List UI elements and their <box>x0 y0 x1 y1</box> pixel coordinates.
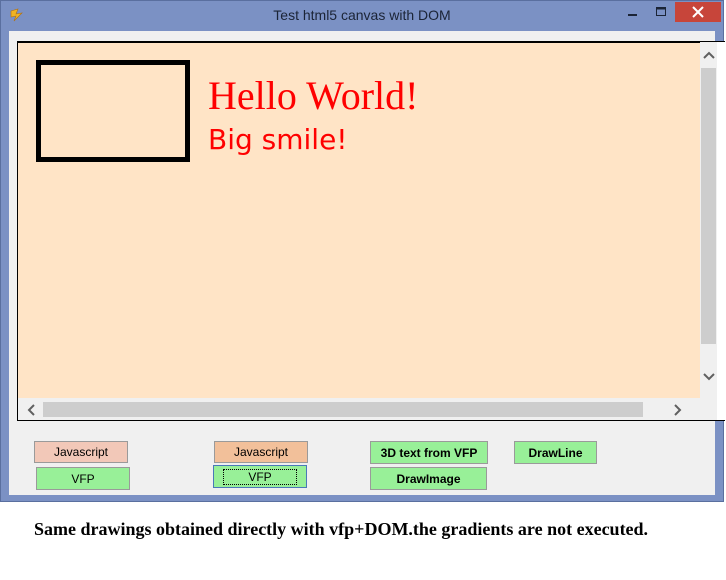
app-window: Test html5 canvas with DOM Hello World! … <box>0 0 725 502</box>
vfp-button-1[interactable]: VFP <box>36 467 130 490</box>
vertical-scroll-thumb[interactable] <box>701 68 716 344</box>
chevron-up-icon <box>702 51 715 59</box>
chevron-down-icon <box>702 372 715 380</box>
minimize-icon <box>628 14 637 16</box>
maximize-icon <box>656 7 666 16</box>
maximize-button[interactable] <box>647 2 675 22</box>
title-bar[interactable]: Test html5 canvas with DOM <box>1 1 723 31</box>
scroll-up-arrow[interactable] <box>700 46 717 63</box>
scrollbar-corner <box>700 398 717 420</box>
html5-canvas[interactable]: Hello World! Big smile! <box>18 42 700 398</box>
javascript-button-2[interactable]: Javascript <box>214 441 308 463</box>
chevron-right-icon <box>673 403 681 416</box>
caption-text: Same drawings obtained directly with vfp… <box>34 519 649 539</box>
hello-world-text: Hello World! <box>208 73 419 118</box>
browser-control: Hello World! Big smile! <box>17 41 725 421</box>
form-client-area: Hello World! Big smile! Javascript VFP J… <box>9 31 725 495</box>
vfp-button-2[interactable]: VFP <box>213 465 307 488</box>
minimize-button[interactable] <box>619 2 647 22</box>
vfp-button-2-label: VFP <box>223 468 297 485</box>
horizontal-scroll-thumb[interactable] <box>43 402 643 417</box>
drawline-button[interactable]: DrawLine <box>514 441 597 464</box>
scroll-down-arrow[interactable] <box>700 368 717 385</box>
window-title: Test html5 canvas with DOM <box>273 7 451 23</box>
chevron-left-icon <box>27 403 35 416</box>
horizontal-scrollbar[interactable] <box>18 398 700 420</box>
drawimage-button[interactable]: DrawImage <box>370 467 487 490</box>
scroll-right-arrow[interactable] <box>669 401 686 418</box>
vertical-scrollbar[interactable] <box>700 42 717 398</box>
3d-text-from-vfp-button[interactable]: 3D text from VFP <box>370 441 488 464</box>
close-button[interactable] <box>675 2 721 22</box>
drawn-rectangle <box>36 60 190 162</box>
big-smile-text: Big smile! <box>208 123 348 156</box>
javascript-button-1[interactable]: Javascript <box>34 441 128 463</box>
close-icon <box>692 6 704 18</box>
scroll-left-arrow[interactable] <box>22 401 39 418</box>
